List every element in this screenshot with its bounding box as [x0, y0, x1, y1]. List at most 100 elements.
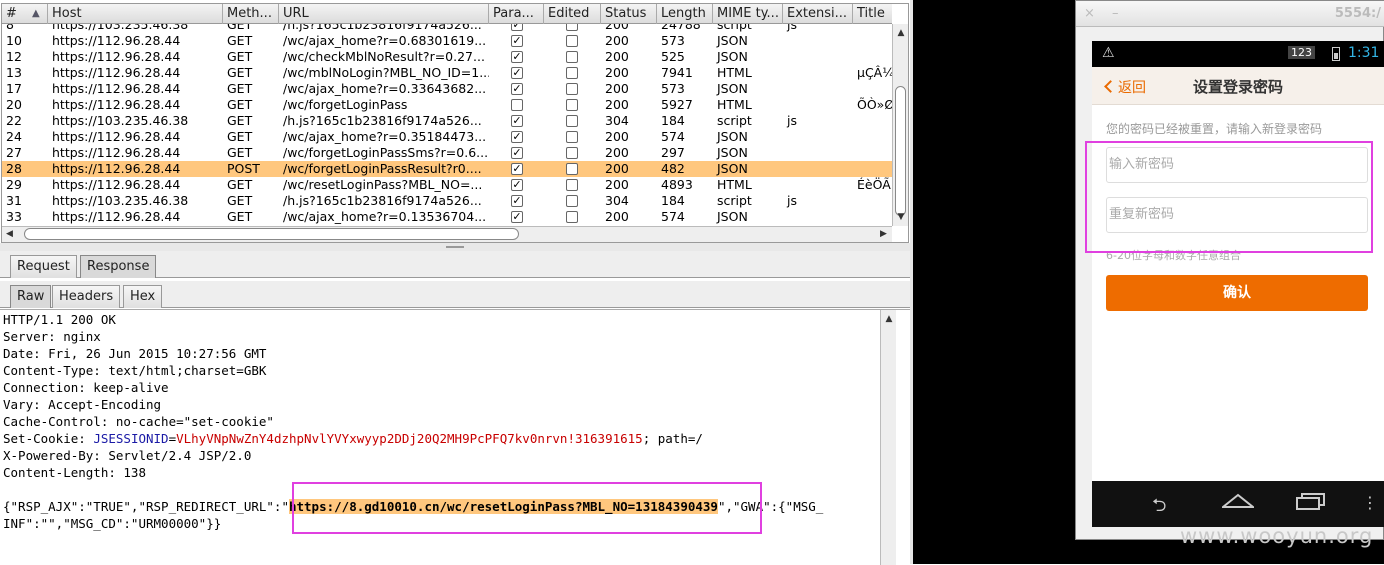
tab-response[interactable]: Response [80, 255, 157, 278]
col-header-params[interactable]: Para... [489, 4, 544, 24]
home-nav-icon[interactable] [1220, 491, 1256, 514]
cell-length: 7941 [661, 65, 693, 80]
col-header-length[interactable]: Length [657, 4, 713, 24]
cell-host: https://112.96.28.44 [52, 129, 181, 144]
tab-raw[interactable]: Raw [10, 285, 52, 308]
cell-url: /wc/resetLoginPass?MBL_NO=... [283, 177, 483, 192]
table-row[interactable]: 12 https://112.96.28.44 GET/wc/checkMblNoR… [2, 49, 892, 65]
cell-length: 525 [661, 49, 685, 64]
cell-status: 200 [605, 177, 629, 192]
table-row[interactable]: 22 https://103.235.46.38 GET/h.js?165c1b23… [2, 113, 892, 129]
cell-host: https://112.96.28.44 [52, 65, 181, 80]
table-row[interactable]: 17 https://112.96.28.44 GET/wc/ajax_home?r… [2, 81, 892, 97]
col-header-host[interactable]: Host [48, 4, 223, 24]
col-header-title[interactable]: Title [853, 4, 892, 24]
cell-title: µÇÂ¼ [857, 65, 892, 80]
table-row[interactable]: 31 https://103.235.46.38 GET/h.js?165c1b23… [2, 193, 892, 209]
col-header-num[interactable]: # ▲ [2, 4, 48, 24]
response-vertical-scrollbar[interactable]: ▲ [880, 310, 896, 565]
emulator-title: 5554:/ [1334, 6, 1381, 21]
scroll-thumb[interactable] [895, 86, 906, 216]
table-row[interactable]: 24 https://112.96.28.44 GET/wc/ajax_home?r… [2, 129, 892, 145]
cell-num: 28 [6, 161, 22, 176]
close-icon[interactable]: × [1084, 6, 1095, 21]
cell-host: https://112.96.28.44 [52, 161, 181, 176]
cell-mime: JSON [717, 209, 748, 224]
cell-ext [783, 145, 853, 161]
scroll-left-icon[interactable]: ◀ [6, 229, 13, 239]
col-header-method[interactable]: Meth... [223, 4, 279, 24]
cell-length: 24788 [661, 24, 701, 32]
cell-mime: JSON [717, 49, 748, 64]
emulator-title-bar: × – 5554:/ [1076, 1, 1384, 27]
cell-url: /wc/forgetLoginPassResult?r0.... [283, 161, 482, 176]
scroll-up-icon[interactable]: ▲ [896, 28, 906, 38]
device-frame: ⚠ 123 1:31 返回 设置登录密码 您的密码已经被重置，请输入新登录密码 … [1092, 41, 1384, 527]
tab-hex[interactable]: Hex [123, 285, 163, 308]
cell-title: ÉèÖÃ [857, 177, 891, 192]
minimize-icon[interactable]: – [1112, 6, 1119, 21]
scroll-right-icon[interactable]: ▶ [880, 229, 887, 239]
cell-num: 22 [6, 113, 22, 128]
table-row[interactable]: 10 https://112.96.28.44 GET/wc/ajax_home?r… [2, 33, 892, 49]
tab-headers[interactable]: Headers [52, 285, 121, 308]
reset-notice: 您的密码已经被重置，请输入新登录密码 [1106, 122, 1323, 136]
cell-method: GET [227, 113, 253, 128]
params-checkbox: ✓ [511, 34, 523, 47]
col-header-url[interactable]: URL [279, 4, 489, 24]
cell-title [853, 129, 892, 145]
recent-apps-icon[interactable] [1296, 493, 1326, 516]
params-checkbox: ✓ [511, 50, 523, 63]
params-checkbox: ✓ [511, 66, 523, 79]
cell-title: ÕÒ»Ø [857, 97, 892, 112]
cell-title [853, 49, 892, 65]
scroll-down-icon[interactable]: ▼ [896, 212, 906, 222]
edited-checkbox [566, 131, 578, 143]
warning-icon: ⚠ [1102, 45, 1115, 61]
scroll-up-icon[interactable]: ▲ [884, 314, 894, 324]
edited-checkbox [566, 83, 578, 95]
cell-title [853, 145, 892, 161]
confirm-button[interactable]: 确认 [1106, 275, 1368, 311]
cell-mime: JSON [717, 161, 748, 176]
cell-method: GET [227, 33, 253, 48]
table-row[interactable]: 27 https://112.96.28.44 GET/wc/forgetLogin… [2, 145, 892, 161]
cell-status: 200 [605, 129, 629, 144]
pane-splitter[interactable] [0, 243, 910, 251]
table-row[interactable]: 28 https://112.96.28.44 POST/wc/forgetLogi… [2, 161, 892, 177]
params-checkbox: ✓ [511, 210, 523, 223]
cell-num: 13 [6, 65, 22, 80]
header-set-cookie: Set-Cookie: JSESSIONID=VLhyVNpNwZnY4dzhp… [3, 431, 703, 446]
proxy-history-table: # ▲ Host Meth... URL Para... Edited Stat… [1, 3, 909, 243]
col-header-extension[interactable]: Extensi... [783, 4, 853, 24]
table-vertical-scrollbar[interactable]: ▲ ▼ [892, 24, 908, 226]
cell-num: 27 [6, 145, 22, 160]
table-row[interactable]: 33 https://112.96.28.44 GET/wc/ajax_home?r… [2, 209, 892, 225]
col-header-status[interactable]: Status [601, 4, 657, 24]
annotation-box-redirect-url [292, 482, 762, 534]
cell-ext [783, 161, 853, 177]
back-nav-icon[interactable]: ⮌ [1152, 493, 1166, 523]
cell-mime: JSON [717, 33, 748, 48]
cell-num: 33 [6, 209, 22, 224]
cell-status: 200 [605, 209, 629, 224]
menu-icon[interactable]: ⋮ [1362, 493, 1378, 512]
scroll-thumb-horizontal[interactable] [24, 228, 519, 240]
header-connection: Connection: keep-alive [3, 380, 169, 395]
tab-request[interactable]: Request [10, 255, 77, 278]
table-row[interactable]: 13 https://112.96.28.44 GET/wc/mblNoLogin?… [2, 65, 892, 81]
table-horizontal-scrollbar[interactable]: ◀ ▶ [2, 226, 892, 242]
cell-host: https://112.96.28.44 [52, 209, 181, 224]
table-row[interactable]: 20 https://112.96.28.44 GET/wc/forgetLogin… [2, 97, 892, 113]
table-row[interactable]: 29 https://112.96.28.44 GET/wc/resetLoginP… [2, 177, 892, 193]
app-screen: 返回 设置登录密码 您的密码已经被重置，请输入新登录密码 输入新密码 重复新密码… [1092, 67, 1384, 481]
col-header-edited[interactable]: Edited [544, 4, 601, 24]
cell-num: 8 [6, 24, 14, 32]
params-checkbox: ✓ [511, 162, 523, 175]
cell-length: 184 [661, 193, 685, 208]
cell-length: 5927 [661, 97, 693, 112]
table-row[interactable]: 8 https://103.235.46.38 GET/h.js?165c1b238… [2, 24, 892, 33]
params-checkbox: ✓ [511, 178, 523, 191]
col-header-mime[interactable]: MIME ty... [713, 4, 783, 24]
cell-num: 12 [6, 49, 22, 64]
